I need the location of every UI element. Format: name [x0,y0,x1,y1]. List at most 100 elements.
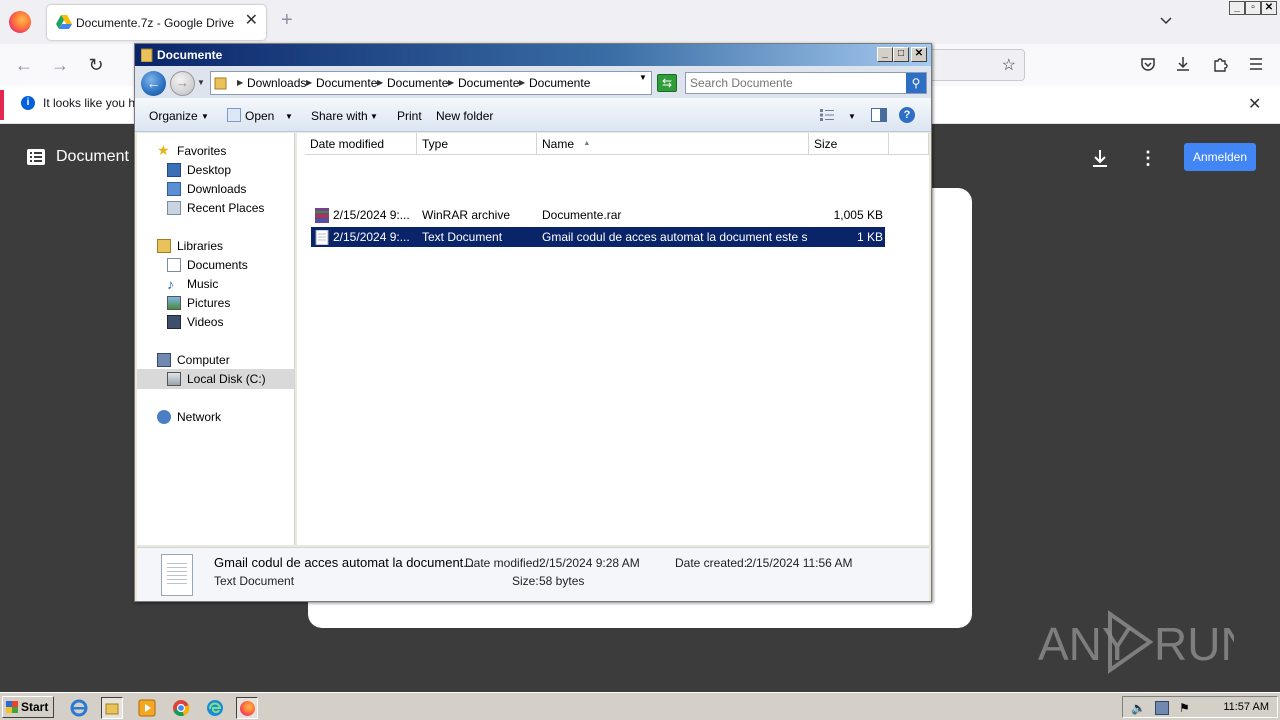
file-row[interactable]: 2/15/2024 9:... WinRAR archive Documente… [311,205,885,225]
recent-pages-dropdown-icon[interactable]: ▼ [197,78,205,87]
breadcrumb-separator-icon[interactable]: ▶ [519,78,525,87]
more-options-icon[interactable]: ⋮ [1138,147,1158,169]
address-dropdown-icon[interactable]: ▼ [639,73,647,82]
folder-icon [141,48,153,62]
explorer-title: Documente [157,48,223,62]
search-icon[interactable]: ⚲ [906,73,926,93]
download-icon[interactable] [1089,147,1111,169]
tab-title: Documente.7z - Google Drive [76,16,235,30]
search-input[interactable] [690,75,900,91]
breadcrumb-documente[interactable]: Documente [316,76,377,90]
url-bar[interactable]: ☆ [925,49,1025,81]
winrar-archive-icon [315,208,329,223]
column-header-name[interactable]: Name ▲ [537,133,809,155]
share-with-dropdown-icon[interactable]: ▼ [370,112,378,121]
breadcrumb-separator-icon[interactable]: ▶ [377,78,383,87]
open-dropdown-icon[interactable]: ▼ [285,112,293,121]
firefox-taskbar-button[interactable] [236,697,258,719]
preview-pane-icon[interactable] [871,108,887,122]
tab-close-icon[interactable]: ✕ [245,13,258,29]
window-close-button[interactable]: ✕ [1261,1,1277,15]
breadcrumb-separator-icon[interactable]: ▶ [237,78,243,87]
column-header-type[interactable]: Type [417,133,537,155]
forward-button[interactable]: → [170,71,195,96]
breadcrumb-documente[interactable]: Documente [458,76,519,90]
file-date: 2/15/2024 9:... [333,208,410,222]
file-row-selected[interactable]: 2/15/2024 9:... Text Document Gmail codu… [311,227,885,247]
new-tab-button[interactable]: + [281,10,293,30]
firefox-logo-icon[interactable] [9,11,31,33]
minimize-button[interactable]: _ [877,47,893,62]
computer-icon [157,353,171,367]
change-view-icon[interactable] [819,108,835,122]
new-folder-button[interactable]: New folder [436,109,493,123]
column-header-size[interactable]: Size [809,133,889,155]
internet-explorer-icon[interactable] [68,697,90,719]
address-bar[interactable]: ▶ Downloads ▶ Documente ▶ Documente ▶ Do… [210,71,652,95]
desktop-icon [167,163,181,177]
list-all-tabs-icon[interactable] [1159,14,1173,28]
file-type: Text Document [422,230,503,244]
breadcrumb-downloads[interactable]: Downloads [247,76,306,90]
search-box[interactable]: ⚲ [685,72,927,94]
recent-places-icon [167,201,181,215]
bookmark-star-icon[interactable]: ☆ [1002,55,1016,75]
refresh-icon[interactable]: ⇆ [657,74,677,92]
organize-button[interactable]: Organize [149,109,198,123]
windows-explorer-taskbar-button[interactable] [101,697,123,719]
action-center-flag-icon[interactable]: ⚑ [1179,701,1193,715]
notification-close-icon[interactable]: ✕ [1248,94,1261,114]
file-name: Gmail codul de acces automat la document… [542,230,807,244]
organize-dropdown-icon[interactable]: ▼ [201,112,209,121]
clock[interactable]: 11:57 AM [1223,701,1269,713]
volume-icon[interactable]: 🔈 [1131,701,1146,715]
extensions-icon[interactable] [1210,54,1230,74]
text-document-icon [315,230,329,245]
chrome-icon[interactable] [170,697,192,719]
breadcrumb-separator-icon[interactable]: ▶ [306,78,312,87]
breadcrumb-documente[interactable]: Documente [529,76,590,90]
navigation-pane: ★ Favorites Desktop Downloads Recent Pla… [137,133,295,545]
network-status-icon[interactable] [1155,701,1169,715]
column-header-date-modified[interactable]: Date modified [305,133,417,155]
drive-file-title: Document [56,148,129,165]
edge-icon[interactable] [204,697,226,719]
help-icon[interactable]: ? [899,107,915,123]
downloads-icon[interactable] [1173,54,1193,74]
hamburger-menu-icon[interactable] [1246,54,1266,74]
open-button[interactable]: Open [245,109,274,123]
window-restore-button[interactable]: ▫ [1245,1,1261,15]
google-drive-icon [56,15,72,29]
print-button[interactable]: Print [397,109,422,123]
forward-arrow-icon[interactable]: → [49,54,71,76]
media-player-icon[interactable] [136,697,158,719]
local-disk-icon [167,372,181,386]
sign-in-button[interactable]: Anmelden [1184,143,1256,171]
libraries-icon [157,239,171,253]
browser-tab-active[interactable]: Documente.7z - Google Drive ✕ [47,5,266,40]
file-list-pane: Date modified Type Name ▲ Size 2/15/2024… [297,133,929,545]
command-toolbar: Organize ▼ Open ▼ Share with ▼ Print New… [135,98,931,132]
details-file-type: Text Document [214,574,295,588]
reload-icon[interactable]: ↻ [85,54,107,76]
breadcrumb-documente[interactable]: Documente [387,76,448,90]
explorer-title-bar[interactable]: Documente _ □ ✕ [135,44,931,66]
notification-text: It looks like you ha [43,96,142,110]
details-date-created: 2/15/2024 11:56 AM [746,556,853,570]
details-size: 58 bytes [539,574,585,588]
folder-icon [214,77,227,90]
pocket-icon[interactable] [1138,54,1158,74]
back-arrow-icon[interactable]: ← [13,54,35,76]
breadcrumb-separator-icon[interactable]: ▶ [448,78,454,87]
file-date: 2/15/2024 9:... [333,230,410,244]
downloads-folder-icon [167,182,181,196]
window-minimize-button[interactable]: _ [1229,1,1245,15]
close-button[interactable]: ✕ [911,47,927,62]
maximize-button[interactable]: □ [893,47,909,62]
back-button[interactable]: ← [141,71,166,96]
start-button[interactable]: Start [2,696,54,718]
open-with-icon[interactable] [227,108,241,122]
share-with-button[interactable]: Share with [311,109,368,123]
views-dropdown-icon[interactable]: ▼ [848,112,856,121]
network-icon [157,410,171,424]
